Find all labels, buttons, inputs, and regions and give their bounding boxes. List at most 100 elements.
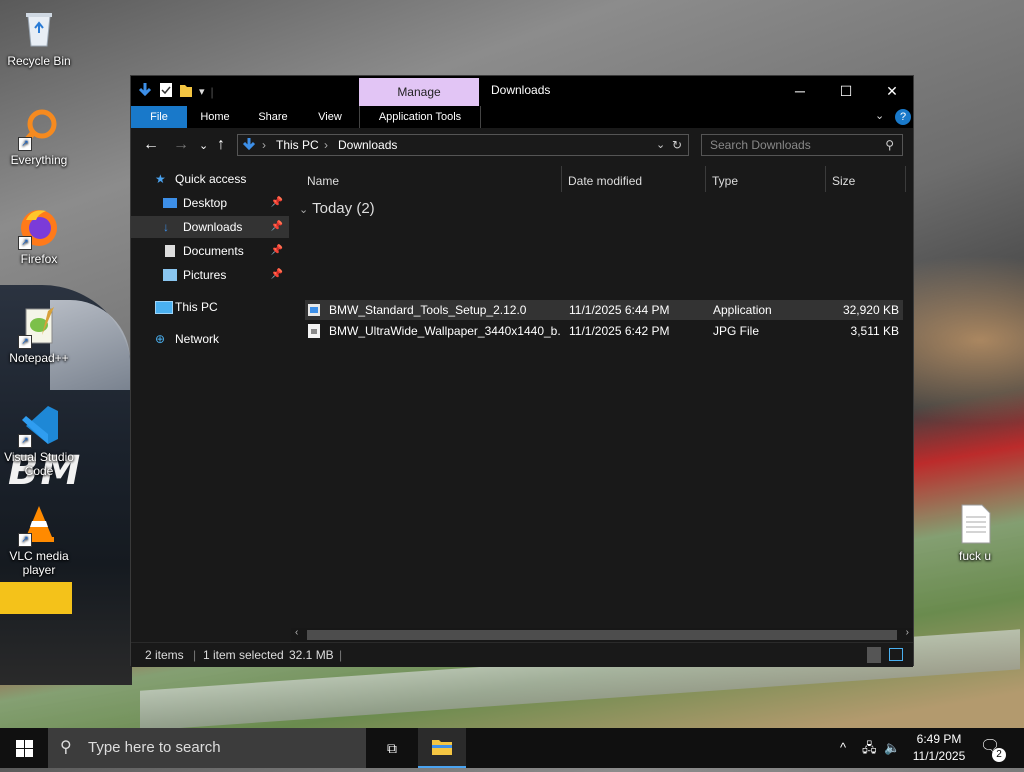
task-view-button[interactable]: ⧉	[368, 728, 416, 768]
pin-icon[interactable]: 📌	[271, 264, 283, 286]
title-bar: ▾ | Manage Downloads ─ ☐ ✕	[131, 76, 913, 106]
recycle-bin-icon	[18, 8, 60, 50]
expand-ribbon-chevron-icon[interactable]: ⌄	[875, 109, 884, 122]
details-view-icon[interactable]	[867, 647, 881, 663]
refresh-icon[interactable]: ↻	[672, 135, 682, 155]
pictures-icon	[163, 269, 177, 281]
volume-muted-icon[interactable]: 🔈	[884, 728, 900, 768]
nav-network[interactable]: ⊕ Network	[131, 328, 289, 350]
start-button[interactable]	[0, 728, 48, 768]
status-selected-size: 32.1 MB	[289, 648, 334, 662]
horizontal-scrollbar[interactable]: ‹ ›	[291, 627, 913, 642]
desktop-icon-firefox[interactable]: ↗ Firefox	[1, 206, 77, 266]
tab-application-tools[interactable]: Application Tools	[359, 106, 481, 128]
column-header-name[interactable]: Name	[307, 164, 339, 194]
nav-downloads[interactable]: ↓ Downloads 📌	[131, 216, 289, 238]
manage-contextual-tab[interactable]: Manage	[359, 78, 479, 106]
taskbar: ⚲ Type here to search ⧉ ^ 🖧 🔈 6:49 PM 11…	[0, 728, 1024, 768]
nav-desktop[interactable]: Desktop 📌	[131, 192, 289, 214]
scroll-left-icon[interactable]: ‹	[295, 627, 298, 638]
scroll-right-icon[interactable]: ›	[906, 627, 909, 638]
navigation-pane: ★ Quick access Desktop 📌 ↓ Downloads 📌 D…	[131, 164, 289, 639]
ribbon-tabs: File Home Share View Application Tools ⌄…	[131, 106, 913, 128]
tab-view[interactable]: View	[307, 106, 353, 128]
forward-arrow-icon[interactable]: →	[173, 136, 189, 154]
breadcrumb-downloads[interactable]: Downloads	[338, 135, 397, 155]
desktop-icon-vlc[interactable]: ↗ VLC media player	[1, 503, 77, 577]
address-row: ← → ⌄ ↑ › This PC › Downloads ⌄ ↻ Search…	[131, 128, 913, 164]
shortcut-arrow-icon: ↗	[18, 137, 32, 151]
file-row[interactable]: BMW_UltraWide_Wallpaper_3440x1440_b... 1…	[305, 321, 903, 341]
taskbar-file-explorer[interactable]	[418, 728, 466, 768]
group-header-today[interactable]: ⌄ Today (2)	[299, 200, 375, 217]
taskbar-search-box[interactable]: ⚲ Type here to search	[48, 728, 366, 768]
status-divider: |	[193, 648, 197, 662]
search-downloads-input[interactable]: Search Downloads ⚲	[701, 134, 903, 156]
pin-icon[interactable]: 📌	[271, 216, 283, 238]
column-separator[interactable]	[561, 166, 562, 192]
pin-icon[interactable]: 📌	[271, 240, 283, 262]
nav-this-pc[interactable]: This PC	[131, 296, 289, 318]
desktop-icon-text-file[interactable]: fuck u	[937, 503, 1013, 563]
desktop-icon-everything[interactable]: ↗ Everything	[1, 107, 77, 167]
column-separator[interactable]	[705, 166, 706, 192]
help-icon[interactable]: ?	[895, 109, 911, 125]
properties-icon[interactable]	[159, 82, 173, 101]
customize-toolbar-icon[interactable]: ▾	[199, 85, 205, 98]
desktop-icon-recycle-bin[interactable]: Recycle Bin	[1, 8, 77, 68]
column-header-size[interactable]: Size	[832, 164, 855, 194]
this-pc-icon	[155, 301, 173, 314]
file-name: BMW_UltraWide_Wallpaper_3440x1440_b...	[329, 324, 561, 338]
group-collapse-chevron-icon: ⌄	[299, 204, 309, 216]
download-arrow-icon[interactable]	[137, 82, 153, 101]
show-hidden-icons-chevron-icon[interactable]: ^	[840, 728, 846, 768]
desktop-folder-icon	[163, 198, 177, 208]
scrollbar-thumb[interactable]	[307, 630, 897, 640]
file-explorer-icon	[432, 740, 452, 755]
pin-icon[interactable]: 📌	[271, 192, 283, 214]
recent-locations-chevron-icon[interactable]: ⌄	[199, 139, 208, 152]
nav-label: Quick access	[175, 172, 247, 186]
back-arrow-icon[interactable]: ←	[143, 136, 159, 154]
network-status-icon[interactable]: 🖧	[862, 728, 877, 768]
large-icons-view-icon[interactable]	[889, 648, 903, 661]
nav-documents[interactable]: Documents 📌	[131, 240, 289, 262]
column-header-type[interactable]: Type	[712, 164, 738, 194]
address-dropdown-chevron-icon[interactable]: ⌄	[656, 135, 665, 155]
desktop-icon-label: Recycle Bin	[7, 54, 71, 68]
shortcut-arrow-icon: ↗	[18, 533, 32, 547]
clock[interactable]: 6:49 PM 11/1/2025	[906, 731, 972, 765]
file-explorer-window: ▾ | Manage Downloads ─ ☐ ✕ File Home Sha…	[130, 75, 914, 667]
tab-home[interactable]: Home	[191, 106, 239, 128]
up-arrow-icon[interactable]: ↑	[217, 136, 225, 154]
file-size: 3,511 KB	[850, 324, 899, 338]
search-icon: ⚲	[885, 138, 894, 152]
taskbar-search-placeholder: Type here to search	[88, 739, 221, 756]
tab-share[interactable]: Share	[249, 106, 297, 128]
toolbar-divider: |	[210, 84, 214, 99]
desktop-icon-vscode[interactable]: ↗ Visual Studio Code	[1, 404, 77, 478]
breadcrumb-this-pc[interactable]: This PC	[276, 135, 319, 155]
text-file-icon	[954, 503, 996, 545]
nav-quick-access[interactable]: ★ Quick access	[131, 168, 289, 190]
minimize-button[interactable]: ─	[777, 76, 823, 106]
column-header-date-modified[interactable]: Date modified	[568, 164, 642, 194]
tab-file[interactable]: File	[131, 106, 187, 128]
close-button[interactable]: ✕	[869, 76, 915, 106]
maximize-button[interactable]: ☐	[823, 76, 869, 106]
address-bar[interactable]: › This PC › Downloads ⌄ ↻	[237, 134, 689, 156]
nav-pictures[interactable]: Pictures 📌	[131, 264, 289, 286]
shortcut-arrow-icon: ↗	[18, 434, 32, 448]
wallpaper-car-plate	[0, 582, 72, 614]
action-center-button[interactable]: 🗨 2	[980, 736, 1006, 762]
column-separator[interactable]	[825, 166, 826, 192]
file-type: Application	[713, 303, 772, 317]
nav-label: Desktop	[183, 196, 228, 210]
file-row[interactable]: BMW_Standard_Tools_Setup_2.12.0 11/1/202…	[305, 300, 903, 320]
new-folder-icon[interactable]	[179, 82, 193, 101]
desktop-icon-notepad-plus-plus[interactable]: ↗ Notepad++	[1, 305, 77, 365]
file-list-view: Name Date modified Type Size ⌄ Today (2)…	[291, 164, 913, 639]
column-separator[interactable]	[905, 166, 906, 192]
clock-date: 11/1/2025	[912, 749, 966, 763]
notification-badge: 2	[992, 748, 1006, 762]
